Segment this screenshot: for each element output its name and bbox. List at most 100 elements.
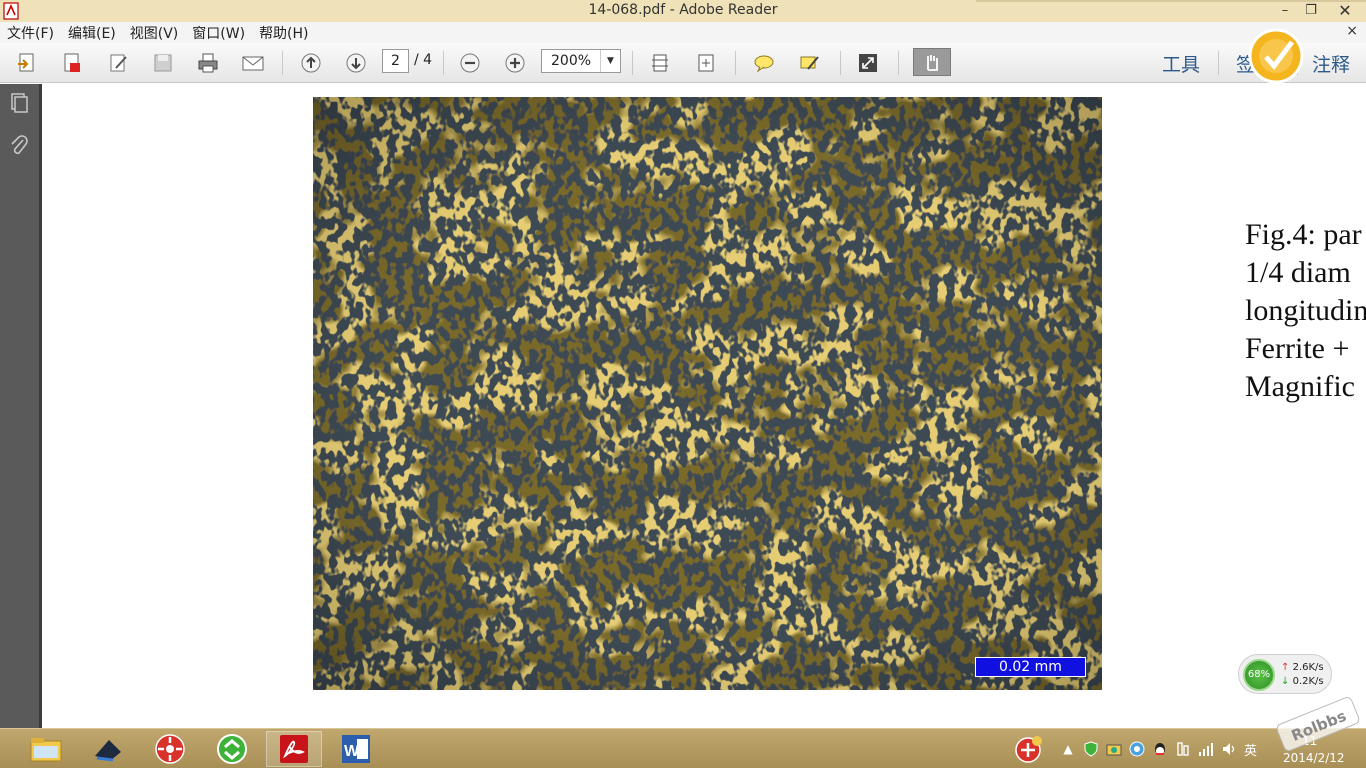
create-pdf-icon (18, 53, 34, 72)
menu-window[interactable]: 窗口(W) (192, 23, 245, 43)
micrograph-image: 0.02 mm (313, 97, 1102, 690)
caption-line: 1/4 diam (1245, 256, 1351, 289)
window-controls: – ❐ ✕ (1272, 0, 1366, 22)
export-pdf-button[interactable] (57, 49, 87, 77)
taskbar-adobe-reader[interactable] (266, 731, 322, 767)
comment-icon (754, 55, 774, 73)
edit-button[interactable] (104, 49, 134, 77)
network-share-icon[interactable] (1106, 741, 1122, 757)
toolbar-separator (632, 51, 633, 75)
volume-icon[interactable] (1221, 741, 1237, 757)
qq-icon[interactable] (1152, 741, 1168, 757)
restore-button[interactable]: ❐ (1298, 0, 1324, 20)
chevron-down-icon[interactable]: ▼ (600, 50, 620, 72)
toolbar-separator (1218, 51, 1219, 75)
device-icon[interactable] (1175, 741, 1191, 757)
menu-view[interactable]: 视图(V) (130, 23, 179, 43)
figure-caption: Fig.4: par 1/4 diam longitudin Ferrite +… (1245, 216, 1366, 406)
fit-page-button[interactable] (645, 49, 675, 77)
minimize-button[interactable]: – (1272, 0, 1298, 20)
fit-width-button[interactable] (691, 49, 721, 77)
download-speed-value: 0.2K/s (1292, 676, 1324, 687)
close-button[interactable]: ✕ (1324, 0, 1366, 20)
word-icon: W (342, 735, 370, 763)
launcher-app-icon (155, 734, 185, 764)
taskbar: W ▲ 英 11 2014/2/12 (0, 728, 1366, 768)
document-view[interactable]: 0.02 mm Fig.4: par 1/4 diam longitudin F… (45, 84, 1366, 728)
comment-button[interactable] (749, 49, 779, 77)
email-icon (242, 56, 264, 71)
email-button[interactable] (238, 49, 268, 77)
tools-pane-button[interactable]: 工具 (1162, 50, 1200, 77)
taskbar-word[interactable]: W (328, 731, 384, 767)
comment-pane-button[interactable]: 注释 (1312, 50, 1350, 77)
adobe-reader-icon (280, 735, 308, 763)
menu-file[interactable]: 文件(F) (7, 23, 54, 43)
network-speed-widget[interactable]: 68% ↑ 2.6K/s ↓ 0.2K/s (1238, 654, 1332, 694)
taskbar-sync-app[interactable] (204, 731, 260, 767)
print-button[interactable] (193, 49, 223, 77)
media-app-icon (95, 740, 121, 762)
zoom-value: 200% (551, 53, 592, 69)
security-shield-icon[interactable] (1083, 741, 1099, 757)
page-down-icon (346, 53, 366, 73)
zoom-in-button[interactable] (500, 49, 530, 77)
save-button[interactable] (148, 49, 178, 77)
caption-line: Ferrite + (1245, 332, 1350, 365)
up-arrow-icon: ↑ (1281, 662, 1290, 673)
print-icon (198, 53, 218, 73)
download-speed: ↓ 0.2K/s (1281, 676, 1324, 687)
page-thumbnails-icon[interactable] (8, 92, 30, 114)
caption-line: longitudin (1245, 294, 1366, 327)
document-close-button[interactable]: × (1346, 23, 1358, 39)
menu-edit[interactable]: 编辑(E) (68, 23, 116, 43)
caption-line: Fig.4: par (1245, 218, 1362, 251)
attachments-icon[interactable] (8, 134, 30, 156)
wifi-signal-icon[interactable] (1198, 741, 1214, 757)
zoom-select[interactable]: 200% ▼ (541, 49, 621, 73)
fit-width-icon (698, 54, 714, 72)
hand-tool-icon (927, 55, 938, 71)
zoom-out-icon (460, 53, 480, 73)
tray-expand-icon[interactable]: ▲ (1060, 741, 1076, 757)
scale-bar: 0.02 mm (975, 657, 1086, 677)
caption-line: Magnific (1245, 370, 1355, 403)
previous-page-button[interactable] (296, 49, 326, 77)
toolbar-separator (282, 51, 283, 75)
title-bar: 14-068.pdf - Adobe Reader – ❐ ✕ (0, 0, 1366, 22)
menu-help[interactable]: 帮助(H) (259, 23, 308, 43)
toolbar-separator (898, 51, 899, 75)
fit-page-icon (652, 54, 668, 72)
upload-speed-value: 2.6K/s (1292, 662, 1324, 673)
zoom-in-icon (505, 53, 525, 73)
memory-usage-ring: 68% (1243, 659, 1275, 691)
fullscreen-button[interactable] (853, 49, 883, 77)
down-arrow-icon: ↓ (1281, 676, 1290, 687)
page-up-icon (301, 53, 321, 73)
next-page-button[interactable] (341, 49, 371, 77)
toolbar-separator (735, 51, 736, 75)
page-number-input[interactable]: 2 (382, 49, 409, 73)
hand-tool-button[interactable] (913, 48, 951, 76)
zoom-out-button[interactable] (455, 49, 485, 77)
system-tray: ▲ 英 (1060, 737, 1267, 761)
save-icon (154, 54, 172, 72)
floating-ball-icon[interactable] (1246, 26, 1306, 86)
micrograph-texture (313, 97, 1102, 690)
page-total: / 4 (414, 52, 433, 68)
edit-icon (110, 54, 127, 72)
upload-speed: ↑ 2.6K/s (1281, 662, 1324, 673)
toolbar-separator (443, 51, 444, 75)
taskbar-launcher-app[interactable] (142, 731, 198, 767)
export-pdf-icon (64, 53, 80, 72)
taskbar-file-explorer[interactable] (18, 731, 74, 767)
taskbar-media-app[interactable] (80, 731, 136, 767)
input-language-indicator[interactable]: 英 (1244, 740, 1257, 759)
menu-bar: 文件(F) 编辑(E) 视图(V) 窗口(W) 帮助(H) × (0, 22, 1366, 43)
sync-app-icon (217, 734, 247, 764)
cloud-sync-icon[interactable] (1129, 741, 1145, 757)
window-title: 14-068.pdf - Adobe Reader (588, 2, 778, 18)
taskbar-notification-app[interactable] (1000, 731, 1058, 767)
highlight-button[interactable] (795, 49, 825, 77)
create-pdf-button[interactable] (12, 49, 42, 77)
